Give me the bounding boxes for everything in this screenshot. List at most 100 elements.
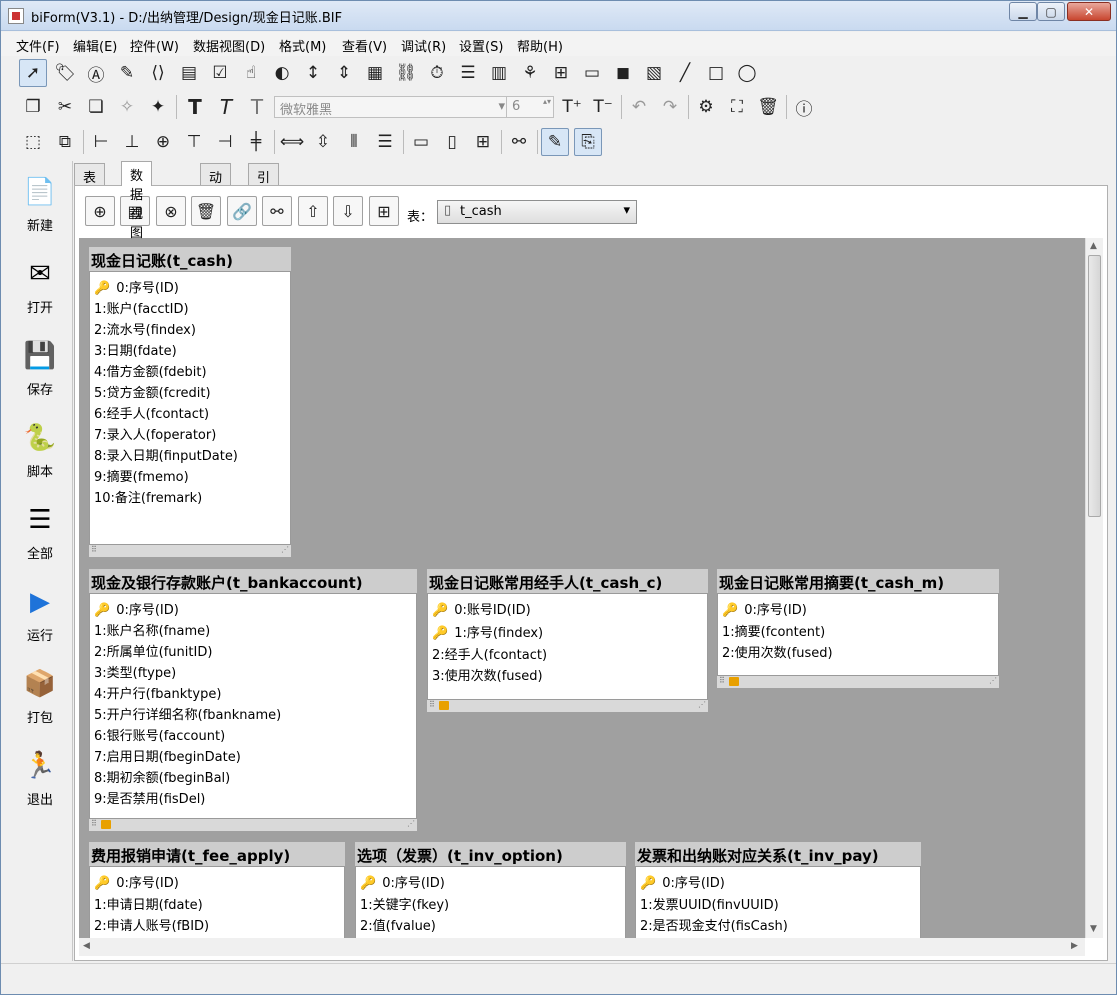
frame-icon[interactable]: ◼	[609, 59, 637, 87]
font-smaller-icon[interactable]: T⁻	[589, 93, 617, 121]
menu-file[interactable]: 文件(F)	[16, 36, 60, 55]
settings-icon[interactable]: ⚙	[692, 93, 720, 121]
field-row[interactable]: 9:摘要(fmemo)	[94, 466, 189, 485]
menu-edit[interactable]: 编辑(E)	[73, 36, 117, 55]
field-row[interactable]: 🔑 0:序号(ID)	[94, 277, 179, 296]
tag-icon[interactable]: 🏷	[51, 59, 79, 87]
field-row[interactable]: 8:录入日期(finputDate)	[94, 445, 238, 464]
resize-grip-icon[interactable]: ⋰	[989, 676, 997, 685]
entity-title[interactable]: 现金日记账常用摘要(t_cash_m)	[717, 569, 999, 593]
entity-t-cash-c[interactable]: 现金日记账常用经手人(t_cash_c) 🔑 0:账号ID(ID) 🔑 1:序号(f…	[427, 569, 708, 712]
field-row[interactable]: 2:流水号(findex)	[94, 319, 196, 338]
field-row[interactable]: 3:使用次数(fused)	[432, 665, 543, 684]
calendar-icon[interactable]: ▦	[361, 59, 389, 87]
sidebar-script[interactable]: 🐍 脚本	[9, 409, 71, 489]
field-row[interactable]: 🔑 0:序号(ID)	[94, 599, 179, 618]
export-icon[interactable]: ⇧	[298, 196, 328, 226]
scroll-right-icon[interactable]: ▶	[1071, 941, 1078, 951]
align-bottom-icon[interactable]: ⊥	[118, 128, 146, 156]
fullscreen-icon[interactable]: ⛶	[723, 93, 751, 121]
field-row[interactable]: 1:账户名称(fname)	[94, 620, 210, 639]
remove-table-icon[interactable]: ⊗	[156, 196, 186, 226]
text-icon[interactable]: T	[243, 93, 271, 121]
sidebar-all[interactable]: ☰ 全部	[9, 491, 71, 571]
field-row[interactable]: 3:类型(ftype)	[94, 662, 176, 681]
menu-format[interactable]: 格式(M)	[279, 36, 326, 55]
float-spin-icon[interactable]: ⇕	[330, 59, 358, 87]
toggle-icon[interactable]: ◐	[268, 59, 296, 87]
close-button[interactable]: ✕	[1067, 2, 1111, 21]
field-row[interactable]: 2:经手人(fcontact)	[432, 644, 547, 663]
er-canvas[interactable]: 现金日记账(t_cash) 🔑 0:序号(ID) 1:账户(facctID) 2:…	[79, 238, 1085, 938]
align-left-icon[interactable]: ⊢	[87, 128, 115, 156]
tree-icon[interactable]: ⚘	[516, 59, 544, 87]
sparkle-icon[interactable]: ✧	[113, 93, 141, 121]
label-icon[interactable]: Ⓐ	[82, 59, 110, 87]
line-icon[interactable]: ╱	[671, 59, 699, 87]
menu-control[interactable]: 控件(W)	[130, 36, 179, 55]
same-width-icon[interactable]: ▭	[407, 128, 435, 156]
field-row[interactable]: 9:是否禁用(fisDel)	[94, 788, 205, 807]
field-row[interactable]: 🔑 0:账号ID(ID)	[432, 599, 531, 618]
menu-settings[interactable]: 设置(S)	[459, 36, 503, 55]
field-row[interactable]: 3:日期(fdate)	[94, 340, 177, 359]
field-row[interactable]: 1:摘要(fcontent)	[722, 621, 825, 640]
field-row[interactable]: 2:值(fvalue)	[360, 915, 436, 934]
entity-t-cash[interactable]: 现金日记账(t_cash) 🔑 0:序号(ID) 1:账户(facctID) 2:…	[89, 247, 291, 557]
drag-handle-icon[interactable]: ⠿	[91, 819, 97, 828]
relations-icon[interactable]: ⚯	[262, 196, 292, 226]
field-row[interactable]: 4:借方金额(fdebit)	[94, 361, 207, 380]
scroll-up-icon[interactable]: ▲	[1090, 241, 1097, 251]
info-icon[interactable]: ⓘ	[790, 93, 818, 121]
int-spin-icon[interactable]: ↕	[299, 59, 327, 87]
copy-icon[interactable]: ❐	[19, 93, 47, 121]
entity-title[interactable]: 选项（发票）(t_inv_option)	[355, 842, 626, 866]
field-row[interactable]: 🔑 0:序号(ID)	[640, 872, 725, 891]
import-icon[interactable]: ⇩	[333, 196, 363, 226]
field-row[interactable]: 1:发票UUID(finvUUID)	[640, 894, 779, 913]
menu-help[interactable]: 帮助(H)	[517, 36, 563, 55]
redo-icon[interactable]: ↷	[656, 93, 684, 121]
edit-icon[interactable]: ✎	[113, 59, 141, 87]
menu-debug[interactable]: 调试(R)	[401, 36, 446, 55]
relation-icon[interactable]: ⚯	[505, 128, 533, 156]
minimize-button[interactable]: ▁	[1009, 2, 1037, 21]
sidebar-run[interactable]: ▶ 运行	[9, 573, 71, 653]
rectangle-icon[interactable]: □	[702, 59, 730, 87]
entity-title[interactable]: 发票和出纳账对应关系(t_inv_pay)	[635, 842, 921, 866]
same-height-icon[interactable]: ▯	[438, 128, 466, 156]
field-row[interactable]: 6:银行账号(faccount)	[94, 725, 225, 744]
font-size-spinner[interactable]: 6	[506, 96, 554, 118]
cursor-click-icon[interactable]: ☝	[237, 59, 265, 87]
align-middle-icon[interactable]: ╪	[242, 128, 270, 156]
drag-handle-icon[interactable]: ⠿	[719, 676, 725, 685]
field-row[interactable]: 5:开户行详细名称(fbankname)	[94, 704, 281, 723]
tab-form[interactable]: 表单	[74, 163, 106, 205]
sidebar-open[interactable]: ✉ 打开	[9, 245, 71, 325]
entity-t-cash-m[interactable]: 现金日记账常用摘要(t_cash_m) 🔑 0:序号(ID) 1:摘要(fcont…	[717, 569, 999, 688]
sidebar-save[interactable]: 💾 保存	[9, 327, 71, 407]
italic-icon[interactable]: T	[212, 93, 240, 121]
tab-dataview[interactable]: 数据视图	[121, 161, 153, 241]
sidebar-package[interactable]: 📦 打包	[9, 655, 71, 735]
field-row[interactable]: 2:是否现金支付(fisCash)	[640, 915, 788, 934]
entity-title[interactable]: 费用报销申请(t_fee_apply)	[89, 842, 345, 866]
space-horizontal-icon[interactable]: ⟺	[278, 128, 306, 156]
maximize-button[interactable]: ▢	[1037, 2, 1065, 21]
align-top-icon[interactable]: ⊤	[180, 128, 208, 156]
link-tool-icon[interactable]: ⛓	[392, 59, 420, 87]
sidebar-new[interactable]: 📄 新建	[9, 163, 71, 243]
list-icon[interactable]: ☰	[454, 59, 482, 87]
entity-title[interactable]: 现金及银行存款账户(t_bankaccount)	[89, 569, 417, 593]
space-vertical-icon[interactable]: ⇳	[309, 128, 337, 156]
field-row[interactable]: 6:经手人(fcontact)	[94, 403, 209, 422]
field-row[interactable]: 7:录入人(foperator)	[94, 424, 216, 443]
entity-t-inv-option[interactable]: 选项（发票）(t_inv_option) 🔑 0:序号(ID) 1:关键字(fke…	[355, 842, 626, 938]
tabs-icon[interactable]: ▭	[578, 59, 606, 87]
paste-icon[interactable]: ❏	[82, 93, 110, 121]
pointer-icon[interactable]: ➚	[19, 59, 47, 87]
vertical-scrollbar[interactable]: ▲ ▼	[1085, 238, 1103, 938]
field-row[interactable]: 5:贷方金额(fcredit)	[94, 382, 211, 401]
align-center-icon[interactable]: ⊕	[149, 128, 177, 156]
undo-icon[interactable]: ↶	[625, 93, 653, 121]
